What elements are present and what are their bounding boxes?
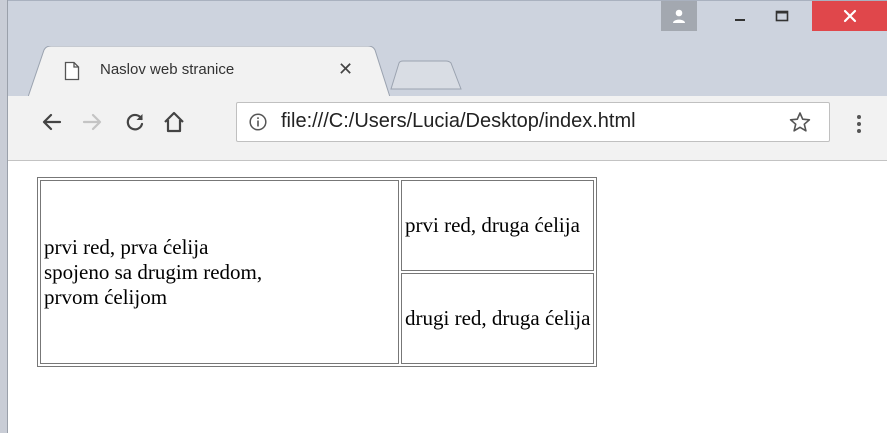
tab-title: Naslov web stranice	[100, 61, 235, 78]
minimize-button[interactable]	[722, 1, 758, 31]
close-window-button[interactable]	[812, 1, 887, 31]
minimize-icon	[735, 19, 745, 21]
table-cell: prvi red, druga ćelija	[401, 180, 595, 271]
table-cell: drugi red, druga ćelija	[401, 273, 595, 364]
home-icon[interactable]	[162, 110, 186, 134]
tab-close-icon[interactable]: ✕	[338, 60, 353, 78]
cell-text-line: prvom ćelijom	[44, 284, 168, 309]
url-text[interactable]: file:///C:/Users/Lucia/Desktop/index.htm…	[281, 110, 636, 133]
new-tab-button[interactable]	[390, 60, 462, 90]
table-row: prvi red, prva ćelija spojeno sa drugim …	[40, 180, 595, 364]
page-content: prvi red, prva ćelija spojeno sa drugim …	[9, 161, 887, 433]
user-icon	[673, 9, 685, 23]
star-icon[interactable]	[789, 111, 811, 133]
maximize-icon	[775, 10, 789, 22]
info-icon[interactable]	[249, 113, 267, 131]
tab-active[interactable]: Naslov web stranice ✕	[28, 46, 390, 97]
document-icon	[64, 61, 80, 81]
cell-text-line: prvi red, prva ćelija	[44, 234, 209, 259]
reload-icon[interactable]	[125, 112, 145, 132]
close-icon	[843, 9, 856, 23]
address-bar[interactable]: file:///C:/Users/Lucia/Desktop/index.htm…	[236, 102, 830, 142]
window-border	[0, 0, 8, 433]
content-table: prvi red, prva ćelija spojeno sa drugim …	[37, 177, 598, 367]
cell-text-line: spojeno sa drugim redom,	[44, 259, 263, 284]
arrow-right-icon[interactable]	[82, 112, 102, 132]
toolbar: file:///C:/Users/Lucia/Desktop/index.htm…	[8, 96, 887, 161]
profile-button[interactable]	[661, 1, 697, 31]
maximize-button[interactable]	[758, 1, 806, 31]
browser-window: Naslov web stranice ✕ file:///C:/Users/L…	[0, 0, 887, 433]
table-cell-merged: prvi red, prva ćelija spojeno sa drugim …	[40, 180, 399, 364]
kebab-menu-icon[interactable]	[856, 114, 862, 134]
arrow-left-icon[interactable]	[42, 112, 62, 132]
